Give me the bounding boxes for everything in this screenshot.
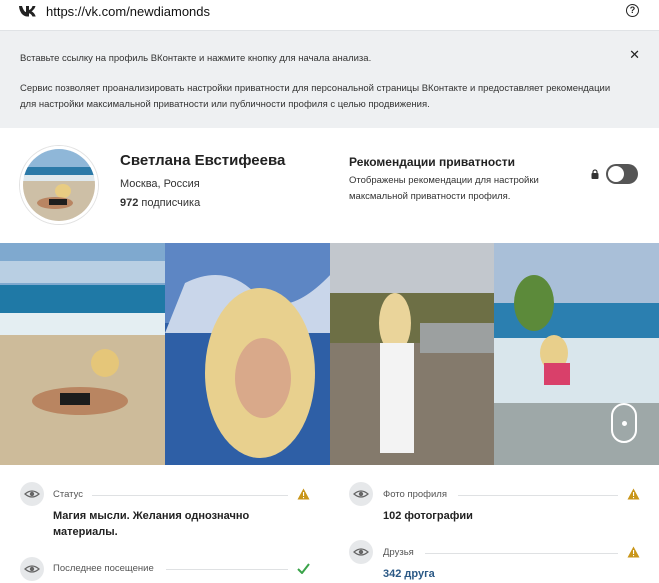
scroll-dot bbox=[622, 421, 627, 426]
photo-strip bbox=[0, 243, 659, 465]
avatar-image bbox=[23, 149, 95, 221]
eye-icon bbox=[20, 482, 44, 506]
followers-label: подписчика bbox=[138, 197, 201, 209]
profile-name[interactable]: Светлана Евстифеева bbox=[120, 152, 285, 169]
help-icon[interactable]: ? bbox=[626, 4, 639, 17]
warning-icon bbox=[627, 546, 640, 558]
warning-icon bbox=[297, 488, 310, 500]
eye-icon bbox=[349, 540, 373, 564]
divider bbox=[166, 569, 288, 570]
privacy-toggle[interactable] bbox=[606, 164, 638, 184]
close-icon[interactable]: ✕ bbox=[629, 47, 640, 63]
profile-city: Москва, Россия bbox=[120, 178, 200, 190]
friends-link[interactable]: 342 друга bbox=[383, 566, 435, 582]
address-bar: ? bbox=[0, 0, 659, 24]
photo-3[interactable] bbox=[329, 243, 495, 465]
info-description: Сервис позволяет проанализировать настро… bbox=[20, 83, 611, 110]
eye-icon bbox=[349, 482, 373, 506]
photo-1[interactable] bbox=[0, 243, 165, 465]
info-banner: Вставьте ссылку на профиль ВКонтакте и н… bbox=[0, 30, 659, 128]
status-label: Статус bbox=[53, 489, 84, 500]
last-visit-label: Последнее посещение bbox=[53, 563, 154, 574]
profile-followers: 972 подписчика bbox=[120, 197, 200, 209]
friends-label: Друзья bbox=[383, 547, 414, 558]
avatar[interactable] bbox=[20, 146, 98, 224]
privacy-title: Рекомендации приватности bbox=[349, 155, 516, 169]
info-instruction: Вставьте ссылку на профиль ВКонтакте и н… bbox=[20, 53, 372, 64]
lock-icon bbox=[591, 169, 599, 179]
divider bbox=[458, 495, 618, 496]
scroll-handle[interactable] bbox=[611, 403, 637, 443]
url-input[interactable] bbox=[46, 2, 606, 20]
privacy-description: Отображены рекомендации для настройки ма… bbox=[349, 175, 539, 202]
status-value: Магия мысли. Желания однозначно материал… bbox=[53, 510, 250, 538]
warning-icon bbox=[627, 488, 640, 500]
divider bbox=[92, 495, 288, 496]
check-icon bbox=[297, 563, 310, 574]
followers-count: 972 bbox=[120, 197, 139, 209]
photos-label: Фото профиля bbox=[383, 489, 447, 500]
photos-value: 102 фотографии bbox=[383, 510, 473, 522]
toggle-knob bbox=[608, 166, 624, 182]
eye-icon bbox=[20, 557, 44, 581]
divider bbox=[425, 553, 618, 554]
photo-2[interactable] bbox=[164, 243, 330, 465]
vk-logo-icon bbox=[19, 6, 36, 17]
